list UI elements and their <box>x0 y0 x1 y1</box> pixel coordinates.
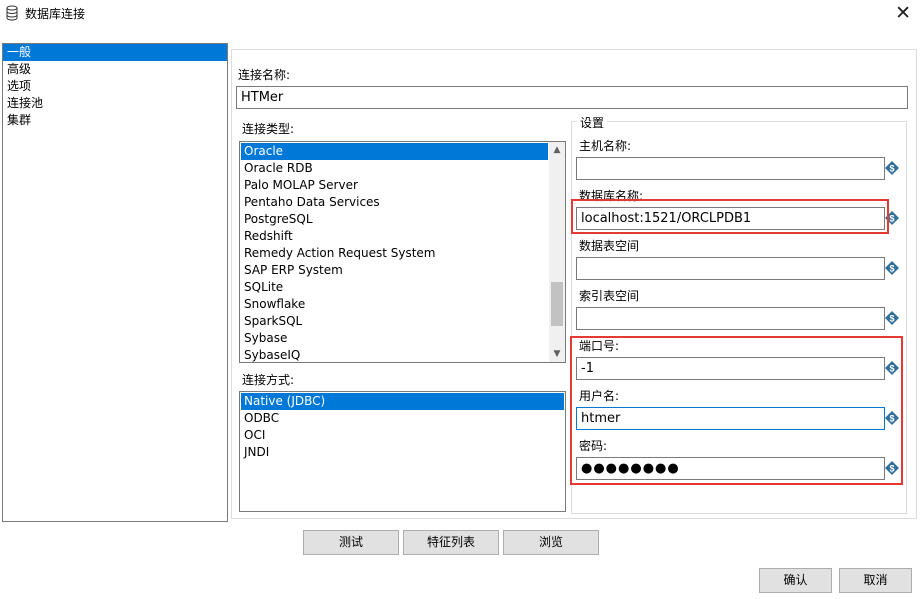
title-bar: 数据库连接 ✕ <box>0 0 921 27</box>
database-connection-dialog: 数据库连接 ✕ 一般 高级 选项 连接池 集群 连接名称: HTMer 连接类型… <box>0 0 921 599</box>
cancel-button[interactable]: 取消 <box>839 568 912 593</box>
connection-type-scrollbar[interactable]: ▲ ▼ <box>549 142 565 362</box>
test-button[interactable]: 测试 <box>303 530 399 555</box>
list-item[interactable]: OCI <box>241 427 564 444</box>
database-icon <box>6 5 18 21</box>
variable-diamond-icon[interactable]: $ <box>885 461 899 475</box>
svg-text:$: $ <box>889 264 894 274</box>
list-item[interactable]: SparkSQL <box>241 313 548 330</box>
username-label: 用户名: <box>579 389 620 403</box>
list-item[interactable]: PostgreSQL <box>241 211 548 228</box>
svg-text:$: $ <box>889 464 894 474</box>
password-label: 密码: <box>579 439 608 453</box>
connection-type-label: 连接类型: <box>242 122 295 136</box>
scroll-thumb[interactable] <box>551 282 563 326</box>
connection-type-list[interactable]: Oracle Oracle RDB Palo MOLAP Server Pent… <box>239 141 566 363</box>
variable-diamond-icon[interactable]: $ <box>885 311 899 325</box>
list-item[interactable]: Sybase <box>241 330 548 347</box>
settings-group-title: 设置 <box>577 114 608 131</box>
close-icon[interactable]: ✕ <box>895 1 911 25</box>
svg-text:$: $ <box>889 214 894 224</box>
access-method-list[interactable]: Native (JDBC) ODBC OCI JNDI <box>239 391 566 512</box>
scroll-down-arrow-icon[interactable]: ▼ <box>549 346 565 362</box>
data-tablespace-input[interactable] <box>576 257 885 280</box>
window-title: 数据库连接 <box>25 7 86 21</box>
list-item[interactable]: SQLite <box>241 279 548 296</box>
nav-item-cluster[interactable]: 集群 <box>3 112 227 129</box>
list-item[interactable]: Palo MOLAP Server <box>241 177 548 194</box>
database-name-label: 数据库名称: <box>579 189 644 203</box>
access-method-label: 连接方式: <box>242 373 295 387</box>
connection-name-label: 连接名称: <box>238 68 291 82</box>
nav-item-advanced[interactable]: 高级 <box>3 61 227 78</box>
variable-diamond-icon[interactable]: $ <box>885 411 899 425</box>
scroll-up-arrow-icon[interactable]: ▲ <box>549 142 565 158</box>
list-item[interactable]: Remedy Action Request System <box>241 245 548 262</box>
list-item[interactable]: ODBC <box>241 410 564 427</box>
host-name-input[interactable] <box>576 157 885 180</box>
variable-diamond-icon[interactable]: $ <box>885 161 899 175</box>
list-item[interactable]: SybaseIQ <box>241 347 548 362</box>
nav-item-options[interactable]: 选项 <box>3 78 227 95</box>
settings-category-list[interactable]: 一般 高级 选项 连接池 集群 <box>2 43 228 522</box>
data-tablespace-label: 数据表空间 <box>579 239 640 253</box>
ok-button[interactable]: 确认 <box>759 568 832 593</box>
nav-item-pooling[interactable]: 连接池 <box>3 95 227 112</box>
password-input[interactable]: ●●●●●●●● <box>576 457 885 480</box>
variable-diamond-icon[interactable]: $ <box>885 261 899 275</box>
port-input[interactable]: -1 <box>576 357 885 380</box>
explore-button[interactable]: 浏览 <box>503 530 599 555</box>
list-item[interactable]: Redshift <box>241 228 548 245</box>
nav-item-general[interactable]: 一般 <box>3 44 227 61</box>
connection-name-input[interactable]: HTMer <box>236 86 908 109</box>
port-label: 端口号: <box>579 339 620 353</box>
host-name-label: 主机名称: <box>579 139 632 153</box>
variable-diamond-icon[interactable]: $ <box>885 211 899 225</box>
feature-list-button[interactable]: 特征列表 <box>403 530 499 555</box>
username-input[interactable]: htmer <box>576 407 885 430</box>
list-item[interactable]: Oracle RDB <box>241 160 548 177</box>
list-item[interactable]: Snowflake <box>241 296 548 313</box>
list-item[interactable]: SAP ERP System <box>241 262 548 279</box>
list-item[interactable]: Native (JDBC) <box>241 393 564 410</box>
variable-diamond-icon[interactable]: $ <box>885 361 899 375</box>
list-item[interactable]: JNDI <box>241 444 564 461</box>
svg-text:$: $ <box>889 364 894 374</box>
database-name-input[interactable]: localhost:1521/ORCLPDB1 <box>576 207 885 230</box>
list-item[interactable]: Pentaho Data Services <box>241 194 548 211</box>
list-item[interactable]: Oracle <box>241 143 548 160</box>
svg-text:$: $ <box>889 414 894 424</box>
index-tablespace-label: 索引表空间 <box>579 289 640 303</box>
svg-text:$: $ <box>889 164 894 174</box>
svg-text:$: $ <box>889 314 894 324</box>
index-tablespace-input[interactable] <box>576 307 885 330</box>
